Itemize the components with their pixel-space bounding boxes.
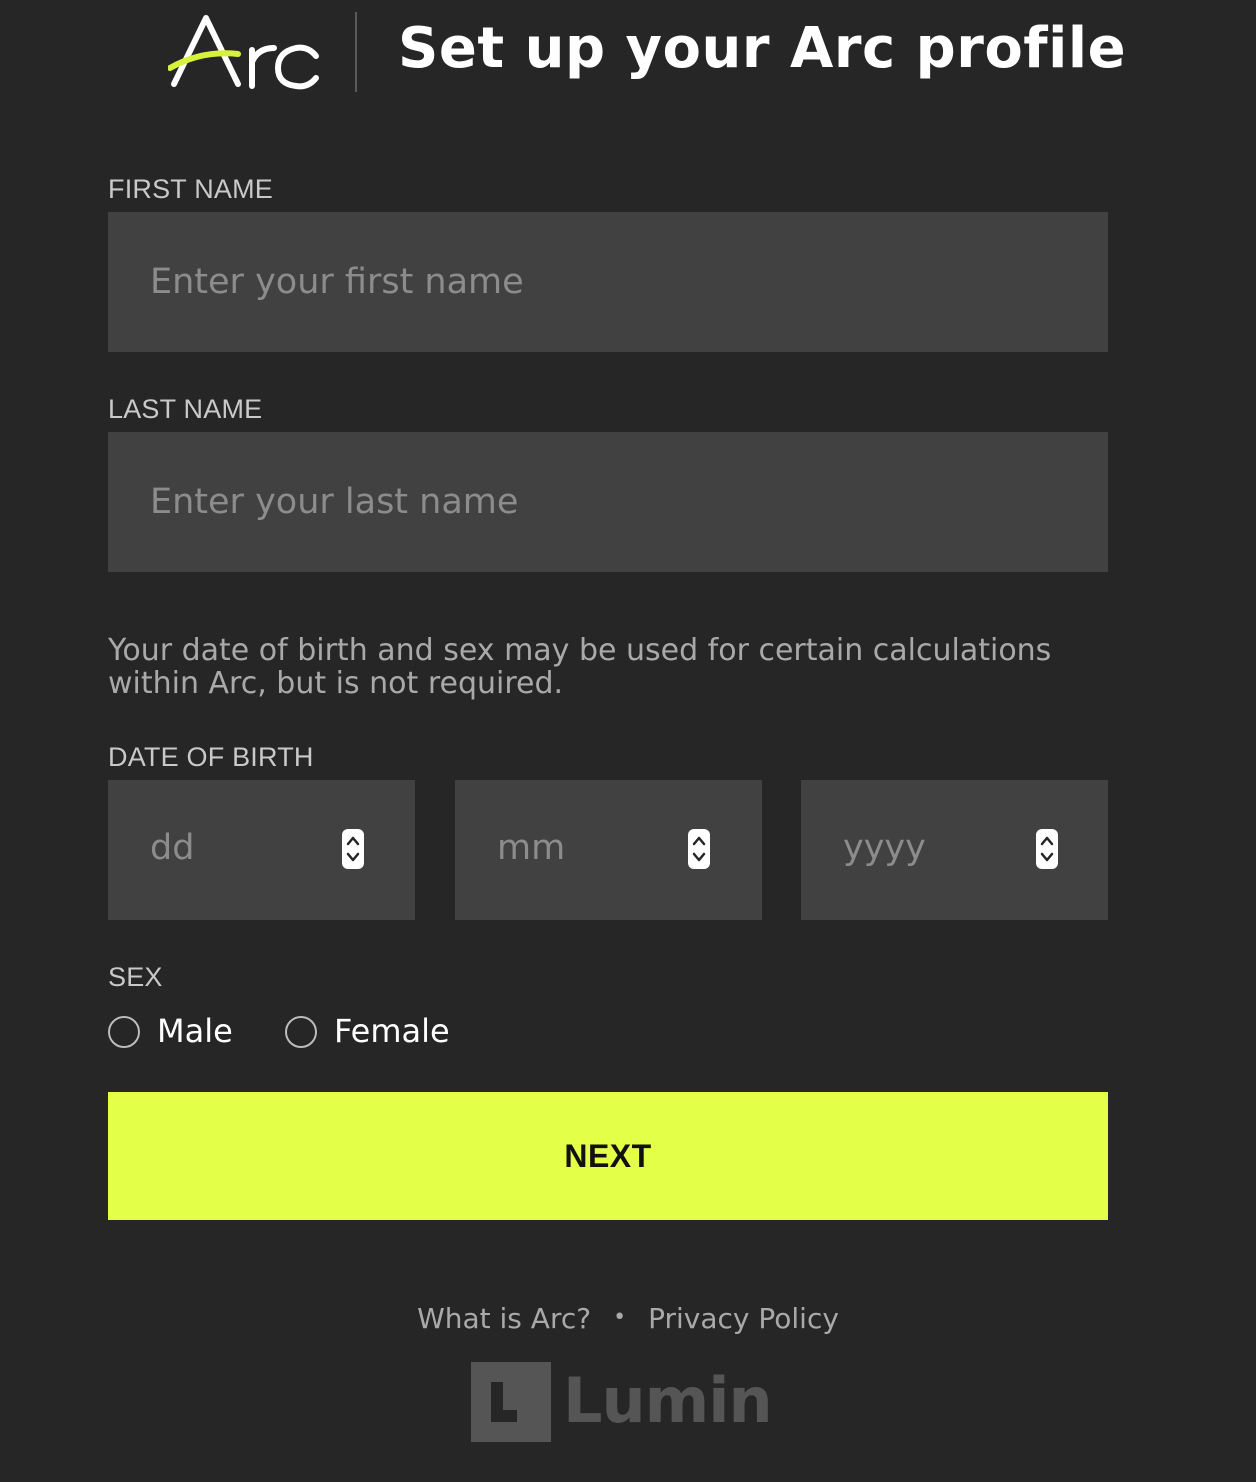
- dob-year-placeholder: yyyy: [843, 828, 926, 868]
- last-name-input[interactable]: [108, 432, 1108, 572]
- first-name-input[interactable]: [108, 212, 1108, 352]
- dob-day-placeholder: dd: [150, 828, 195, 868]
- footer-links: What is Arc? • Privacy Policy: [0, 1302, 1256, 1335]
- page-title: Set up your Arc profile: [398, 16, 1127, 81]
- lumin-logo: Lumin: [471, 1362, 773, 1442]
- last-name-label: LAST NAME: [108, 394, 263, 424]
- next-button[interactable]: NEXT: [108, 1092, 1108, 1220]
- dob-year-input[interactable]: yyyy: [801, 780, 1108, 920]
- footer-separator: •: [613, 1305, 627, 1330]
- header-divider: [355, 12, 357, 92]
- male-radio-button[interactable]: [108, 1016, 140, 1048]
- day-stepper-icon[interactable]: [342, 829, 364, 869]
- privacy-policy-link[interactable]: Privacy Policy: [648, 1302, 839, 1335]
- male-radio-label[interactable]: Male: [157, 1012, 233, 1050]
- sex-label: SEX: [108, 962, 163, 992]
- header: Set up your Arc profile: [0, 0, 1256, 120]
- arc-logo: [168, 10, 328, 100]
- lumin-logo-mark-icon: [471, 1362, 551, 1442]
- date-of-birth-label: DATE OF BIRTH: [108, 742, 314, 772]
- what-is-arc-link[interactable]: What is Arc?: [417, 1302, 591, 1335]
- dob-sex-info-text: Your date of birth and sex may be used f…: [108, 633, 1052, 701]
- year-stepper-icon[interactable]: [1036, 829, 1058, 869]
- female-radio-label[interactable]: Female: [334, 1012, 450, 1050]
- dob-day-input[interactable]: dd: [108, 780, 415, 920]
- lumin-wordmark: Lumin: [563, 1364, 773, 1437]
- dob-month-input[interactable]: mm: [455, 780, 762, 920]
- female-radio-button[interactable]: [285, 1016, 317, 1048]
- first-name-label: FIRST NAME: [108, 174, 274, 204]
- month-stepper-icon[interactable]: [688, 829, 710, 869]
- dob-month-placeholder: mm: [497, 828, 566, 868]
